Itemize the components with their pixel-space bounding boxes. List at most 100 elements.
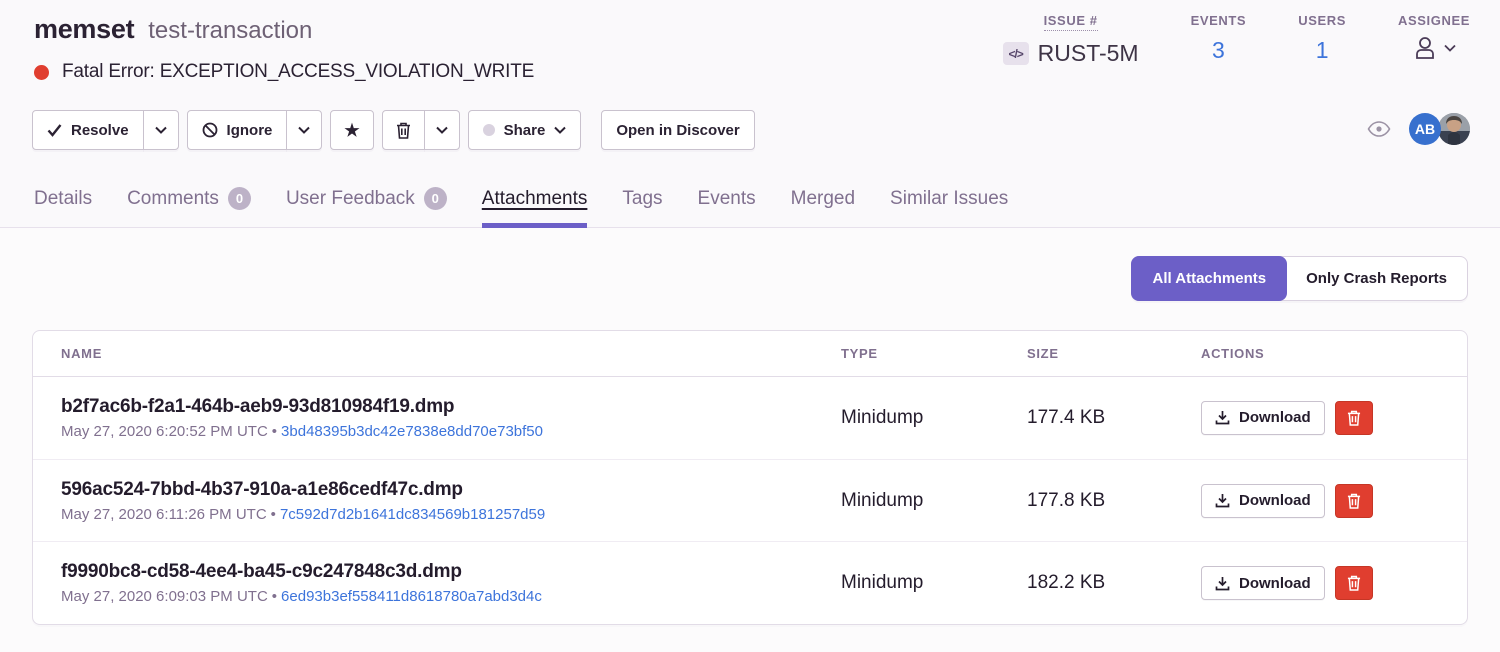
issue-tab-bar: Details Comments0 User Feedback0 Attachm… xyxy=(34,187,1008,227)
meta-separator: • xyxy=(272,588,277,605)
chevron-down-icon xyxy=(554,126,566,134)
column-header-actions: ACTIONS xyxy=(1201,346,1467,361)
tab-details[interactable]: Details xyxy=(34,187,92,227)
stat-assignee-label: ASSIGNEE xyxy=(1398,13,1470,28)
table-row: f9990bc8-cd58-4ee4-ba45-c9c247848c3d.dmp… xyxy=(33,542,1467,624)
attachment-name-cell: b2f7ac6b-f2a1-464b-aeb9-93d810984f19.dmp… xyxy=(61,396,841,440)
tab-tags[interactable]: Tags xyxy=(622,187,662,227)
star-icon: ★ xyxy=(344,122,359,139)
stat-assignee: ASSIGNEE xyxy=(1398,13,1470,67)
meta-separator: • xyxy=(271,506,276,523)
chevron-down-icon xyxy=(436,126,448,134)
attachments-table: NAME TYPE SIZE ACTIONS b2f7ac6b-f2a1-464… xyxy=(32,330,1468,625)
issue-short-id: RUST-5M xyxy=(1038,40,1139,67)
attachment-filename: f9990bc8-cd58-4ee4-ba45-c9c247848c3d.dmp xyxy=(61,561,841,583)
attachment-size: 177.8 KB xyxy=(1027,490,1201,512)
attachment-type: Minidump xyxy=(841,407,1027,429)
column-header-type: TYPE xyxy=(841,346,1027,361)
issue-title-row: memset test-transaction xyxy=(34,14,312,45)
attachment-name-cell: 596ac524-7bbd-4b37-910a-a1e86cedf47c.dmp… xyxy=(61,479,841,523)
attachment-actions: Download xyxy=(1201,566,1467,600)
issue-title: memset xyxy=(34,14,134,45)
chevron-down-icon xyxy=(1444,44,1456,52)
delete-attachment-button[interactable] xyxy=(1335,401,1373,435)
download-icon xyxy=(1215,576,1230,591)
delete-attachment-button[interactable] xyxy=(1335,484,1373,518)
open-in-discover-button[interactable]: Open in Discover xyxy=(601,110,754,150)
meta-separator: • xyxy=(272,423,277,440)
attachment-actions: Download xyxy=(1201,401,1467,435)
attachment-size: 177.4 KB xyxy=(1027,407,1201,429)
download-button[interactable]: Download xyxy=(1201,401,1325,435)
tab-merged[interactable]: Merged xyxy=(791,187,855,227)
tab-events[interactable]: Events xyxy=(698,187,756,227)
share-status-dot-icon xyxy=(483,124,495,136)
share-button[interactable]: Share xyxy=(468,110,582,150)
event-id-link[interactable]: 3bd48395b3dc42e7838e8dd70e73bf50 xyxy=(281,423,543,440)
attachment-size: 182.2 KB xyxy=(1027,572,1201,594)
column-header-size: SIZE xyxy=(1027,346,1201,361)
download-button[interactable]: Download xyxy=(1201,566,1325,600)
trash-icon xyxy=(1347,410,1361,426)
tab-attachments[interactable]: Attachments xyxy=(482,187,588,227)
attachment-type: Minidump xyxy=(841,490,1027,512)
issue-culprit: test-transaction xyxy=(148,17,312,45)
chevron-down-icon xyxy=(155,126,167,134)
watchers-area: AB xyxy=(1367,113,1470,145)
download-icon xyxy=(1215,493,1230,508)
attachment-date: May 27, 2020 6:20:52 PM UTC xyxy=(61,423,268,440)
bookmark-star-button[interactable]: ★ xyxy=(330,110,373,150)
issue-header-section: memset test-transaction Fatal Error: EXC… xyxy=(0,0,1500,228)
check-icon xyxy=(47,123,62,137)
trash-icon xyxy=(396,122,411,139)
table-row: 596ac524-7bbd-4b37-910a-a1e86cedf47c.dmp… xyxy=(33,460,1467,543)
attachment-filename: 596ac524-7bbd-4b37-910a-a1e86cedf47c.dmp xyxy=(61,479,841,501)
stat-issue-value[interactable]: </> RUST-5M xyxy=(1003,40,1139,67)
stat-users-value[interactable]: 1 xyxy=(1316,37,1329,64)
attachments-filter-toggle: All Attachments Only Crash Reports xyxy=(1131,256,1468,301)
table-row: b2f7ac6b-f2a1-464b-aeb9-93d810984f19.dmp… xyxy=(33,377,1467,460)
feedback-count-badge: 0 xyxy=(424,187,447,210)
avatar-photo xyxy=(1438,113,1470,145)
attachment-actions: Download xyxy=(1201,484,1467,518)
comments-count-badge: 0 xyxy=(228,187,251,210)
attachment-date: May 27, 2020 6:11:26 PM UTC xyxy=(61,506,267,523)
event-id-link[interactable]: 7c592d7d2b1641dc834569b181257d59 xyxy=(280,506,545,523)
trash-icon xyxy=(1347,493,1361,509)
code-icon: </> xyxy=(1003,42,1029,65)
download-button[interactable]: Download xyxy=(1201,484,1325,518)
ignore-button[interactable]: Ignore xyxy=(187,110,288,150)
ignore-dropdown-button[interactable] xyxy=(286,110,322,150)
assignee-dropdown[interactable] xyxy=(1412,34,1456,62)
tab-comments[interactable]: Comments0 xyxy=(127,187,251,227)
filter-only-crash-reports[interactable]: Only Crash Reports xyxy=(1286,257,1467,300)
attachment-name-cell: f9990bc8-cd58-4ee4-ba45-c9c247848c3d.dmp… xyxy=(61,561,841,605)
stat-users: USERS 1 xyxy=(1298,13,1346,67)
error-summary-row: Fatal Error: EXCEPTION_ACCESS_VIOLATION_… xyxy=(34,61,534,83)
person-icon xyxy=(1412,34,1438,62)
filter-all-attachments[interactable]: All Attachments xyxy=(1131,256,1287,301)
stat-events: EVENTS 3 xyxy=(1191,13,1247,67)
error-level-dot-icon xyxy=(34,65,49,80)
table-header-row: NAME TYPE SIZE ACTIONS xyxy=(33,331,1467,377)
trash-icon xyxy=(1347,575,1361,591)
delete-issue-button[interactable] xyxy=(382,110,425,150)
error-summary-text: Fatal Error: EXCEPTION_ACCESS_VIOLATION_… xyxy=(62,61,534,83)
stat-events-value[interactable]: 3 xyxy=(1212,37,1225,64)
stat-issue-number: ISSUE # </> RUST-5M xyxy=(1003,13,1139,67)
resolve-button[interactable]: Resolve xyxy=(32,110,144,150)
delete-attachment-button[interactable] xyxy=(1335,566,1373,600)
delete-dropdown-button[interactable] xyxy=(424,110,460,150)
tab-similar-issues[interactable]: Similar Issues xyxy=(890,187,1008,227)
eye-icon[interactable] xyxy=(1367,121,1391,137)
participant-avatars: AB xyxy=(1409,113,1470,145)
attachment-meta: May 27, 2020 6:09:03 PM UTC•6ed93b3ef558… xyxy=(61,588,841,605)
delete-button-group xyxy=(382,110,460,150)
attachment-filename: b2f7ac6b-f2a1-464b-aeb9-93d810984f19.dmp xyxy=(61,396,841,418)
event-id-link[interactable]: 6ed93b3ef558411d8618780a7abd3d4c xyxy=(281,588,542,605)
resolve-dropdown-button[interactable] xyxy=(143,110,179,150)
download-icon xyxy=(1215,410,1230,425)
attachment-meta: May 27, 2020 6:11:26 PM UTC•7c592d7d2b16… xyxy=(61,506,841,523)
tab-user-feedback[interactable]: User Feedback0 xyxy=(286,187,447,227)
chevron-down-icon xyxy=(298,126,310,134)
